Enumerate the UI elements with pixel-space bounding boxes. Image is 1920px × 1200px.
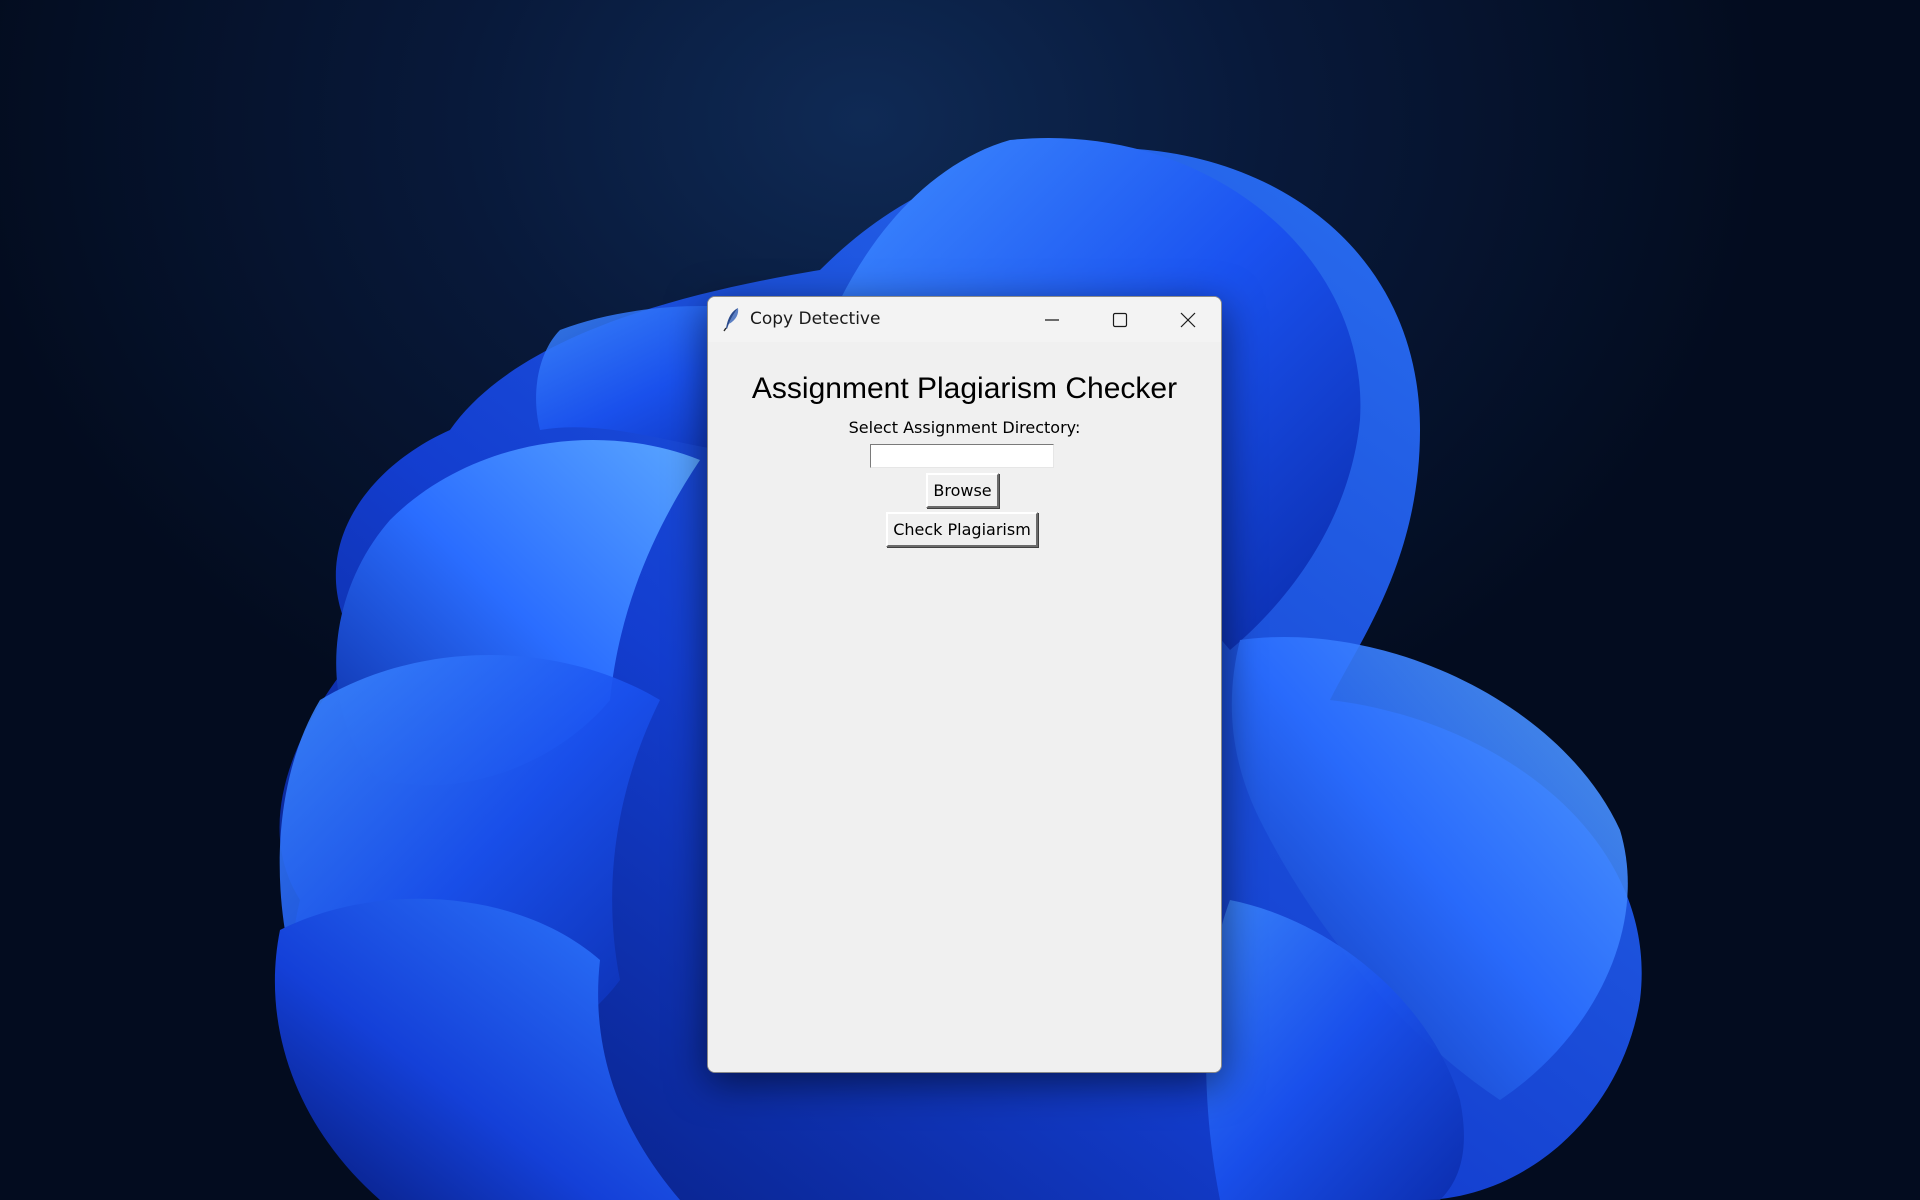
directory-label: Select Assignment Directory:: [848, 418, 1081, 437]
close-icon: [1180, 312, 1196, 327]
minimize-icon: [1045, 318, 1059, 321]
directory-input[interactable]: [870, 444, 1054, 468]
title-bar[interactable]: Copy Detective: [708, 297, 1221, 342]
browse-button[interactable]: Browse: [926, 473, 999, 508]
app-window: Copy Detective Assignment Plagiarism Che…: [707, 296, 1222, 1073]
feather-icon: [723, 308, 739, 332]
check-plagiarism-button[interactable]: Check Plagiarism: [886, 512, 1038, 547]
window-content: Assignment Plagiarism Checker Select Ass…: [708, 342, 1221, 1072]
maximize-icon: [1112, 312, 1128, 327]
window-title: Copy Detective: [750, 309, 881, 329]
close-button[interactable]: [1154, 297, 1221, 342]
minimize-button[interactable]: [1018, 297, 1086, 342]
maximize-button[interactable]: [1086, 297, 1154, 342]
page-title: Assignment Plagiarism Checker: [751, 372, 1178, 405]
